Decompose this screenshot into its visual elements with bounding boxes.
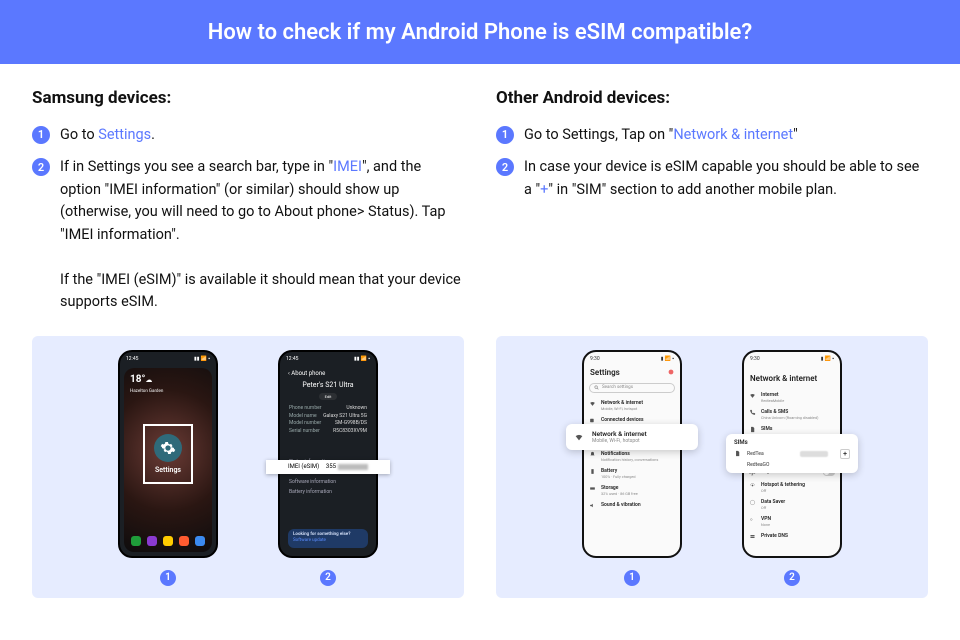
settings-label: Settings bbox=[155, 466, 181, 474]
search-settings: Search settings bbox=[589, 383, 675, 393]
network-internet-keyword: Network & internet bbox=[673, 126, 793, 143]
bell-icon bbox=[589, 451, 596, 458]
imei-keyword: IMEI bbox=[333, 158, 362, 175]
screenshot-numbers: 1 2 bbox=[118, 570, 378, 586]
other-steps: 1 Go to Settings, Tap on "Network & inte… bbox=[496, 124, 928, 201]
redacted-sim-info bbox=[800, 451, 828, 457]
other-heading: Other Android devices: bbox=[496, 88, 928, 108]
screenshot-number-2: 2 bbox=[784, 570, 800, 586]
sim-icon bbox=[734, 450, 741, 457]
screenshots-row: 12:45▮▮ 📶 ▪ 18°☁ Hazelton Garden Setting… bbox=[0, 336, 960, 598]
network-internet-callout: Network & internetMobile, Wi-Fi, hotspot bbox=[566, 424, 698, 450]
sims-callout: SIMs RedTea + RedteaGO bbox=[726, 434, 858, 473]
status-bar: 12:45▮▮ 📶 ▪ bbox=[126, 356, 210, 364]
samsung-screenshots: 12:45▮▮ 📶 ▪ 18°☁ Hazelton Garden Setting… bbox=[32, 336, 464, 598]
status-bar: 9:30▮ 📶 ▪ bbox=[750, 356, 834, 364]
screenshot-number-1: 1 bbox=[160, 570, 176, 586]
step-text: In case your device is eSIM capable you … bbox=[524, 156, 928, 201]
samsung-phone-about: 12:45▮▮ 📶 ▪ ‹ About phone Peter's S21 Ul… bbox=[278, 350, 378, 558]
step-number-badge: 1 bbox=[496, 126, 514, 144]
about-phone-screen: ‹ About phone Peter's S21 Ultra Edit Pho… bbox=[284, 368, 372, 552]
datasaver-icon bbox=[749, 499, 756, 506]
imei-esim-highlight: IMEI (eSIM) 355 bbox=[266, 460, 390, 474]
samsung-heading: Samsung devices: bbox=[32, 88, 464, 108]
settings-app-highlight: Settings bbox=[143, 424, 193, 484]
battery-icon bbox=[589, 468, 596, 475]
app-dock bbox=[128, 534, 208, 548]
screenshot-numbers: 1 2 bbox=[582, 570, 842, 586]
other-android-column: Other Android devices: 1 Go to Settings,… bbox=[496, 88, 928, 324]
phone-icon bbox=[749, 409, 756, 416]
hotspot-icon bbox=[749, 482, 756, 489]
sound-icon bbox=[589, 502, 596, 509]
screenshot-number-1: 1 bbox=[624, 570, 640, 586]
instructions-columns: Samsung devices: 1 Go to Settings. 2 If … bbox=[0, 64, 960, 324]
samsung-steps: 1 Go to Settings. 2 If in Settings you s… bbox=[32, 124, 464, 314]
samsung-phone-home: 12:45▮▮ 📶 ▪ 18°☁ Hazelton Garden Setting… bbox=[118, 350, 218, 558]
settings-header: Settings bbox=[584, 364, 680, 379]
other-step-1: 1 Go to Settings, Tap on "Network & inte… bbox=[496, 124, 928, 146]
step-number-badge: 1 bbox=[32, 126, 50, 144]
search-icon bbox=[594, 385, 599, 390]
dns-icon bbox=[749, 533, 756, 540]
wallpaper: 18°☁ Hazelton Garden Settings bbox=[124, 368, 212, 552]
edit-button: Edit bbox=[319, 393, 337, 400]
status-bar: 12:45▮▮ 📶 ▪ bbox=[286, 356, 370, 364]
add-sim-plus-icon: + bbox=[840, 449, 850, 459]
wifi-icon bbox=[589, 400, 596, 407]
step-number-badge: 2 bbox=[496, 158, 514, 176]
android-network-phone: 9:30▮ 📶 ▪ Network & internet InternetRed… bbox=[742, 350, 842, 558]
vpn-icon bbox=[749, 516, 756, 523]
gear-icon bbox=[154, 434, 182, 462]
looking-for-card: Looking for something else? Software upd… bbox=[288, 529, 368, 548]
samsung-column: Samsung devices: 1 Go to Settings. 2 If … bbox=[32, 88, 464, 324]
status-bar: 9:30▮ 📶 ▪ bbox=[590, 356, 674, 364]
avatar-icon bbox=[668, 369, 674, 375]
redacted-imei bbox=[338, 464, 368, 470]
samsung-step-2: 2 If in Settings you see a search bar, t… bbox=[32, 156, 464, 313]
other-android-screenshots: 9:30▮ 📶 ▪ Settings Search settings Netwo… bbox=[496, 336, 928, 598]
about-phone-header: ‹ About phone bbox=[284, 368, 372, 379]
device-info-list: Phone numberUnknown Model nameGalaxy S21… bbox=[284, 404, 372, 436]
samsung-step-1: 1 Go to Settings. bbox=[32, 124, 464, 146]
wifi-icon bbox=[574, 432, 584, 442]
device-name: Peter's S21 Ultra bbox=[284, 381, 372, 389]
sim-icon bbox=[749, 426, 756, 433]
page-title: How to check if my Android Phone is eSIM… bbox=[208, 20, 752, 45]
step-number-badge: 2 bbox=[32, 158, 50, 176]
android-settings-phone: 9:30▮ 📶 ▪ Settings Search settings Netwo… bbox=[582, 350, 682, 558]
step-text: Go to Settings, Tap on "Network & intern… bbox=[524, 124, 928, 146]
weather-widget: 18°☁ Hazelton Garden bbox=[130, 374, 163, 394]
settings-keyword: Settings bbox=[98, 126, 151, 143]
devices-icon bbox=[589, 417, 596, 424]
screenshot-number-2: 2 bbox=[320, 570, 336, 586]
step-text: If in Settings you see a search bar, typ… bbox=[60, 156, 464, 313]
settings-list: Network & internetMobile, Wi-Fi, hotspot… bbox=[584, 397, 680, 512]
wifi-icon bbox=[749, 392, 756, 399]
page-header: How to check if my Android Phone is eSIM… bbox=[0, 0, 960, 64]
step-text: Go to Settings. bbox=[60, 124, 464, 146]
network-header: Network & internet bbox=[744, 364, 840, 385]
other-step-2: 2 In case your device is eSIM capable yo… bbox=[496, 156, 928, 201]
storage-icon bbox=[589, 485, 596, 492]
